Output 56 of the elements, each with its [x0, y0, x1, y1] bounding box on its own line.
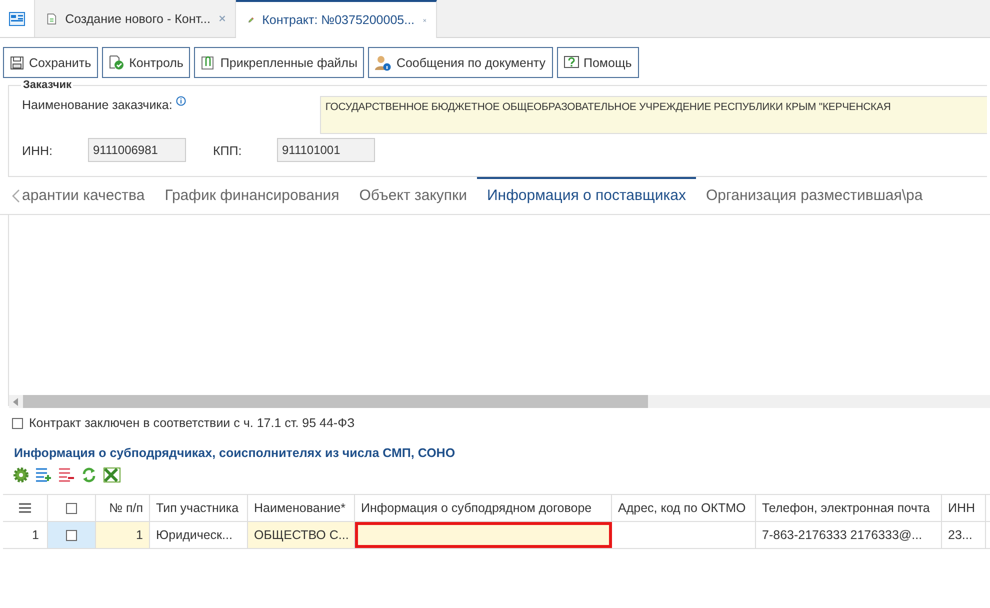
section-tab[interactable]: арантии качества	[22, 177, 155, 214]
toolbar-button[interactable]: Сообщения по документу	[368, 47, 552, 78]
section-tab[interactable]: Объект закупки	[349, 177, 477, 214]
user-info-icon	[375, 54, 392, 70]
floppy-icon	[10, 56, 24, 70]
table-cell: 1	[96, 522, 150, 548]
section-tab[interactable]: Организация разместившая\ра	[696, 177, 933, 214]
column-header[interactable]: Информация о субподрядном договоре	[355, 495, 612, 521]
home-tab[interactable]	[0, 0, 35, 37]
column-header[interactable]: Тип участника	[150, 495, 248, 521]
row-checkbox[interactable]	[66, 530, 77, 540]
info-icon	[176, 96, 186, 106]
settings-icon[interactable]	[13, 467, 29, 483]
refresh-icon[interactable]	[81, 467, 97, 483]
section-tab[interactable]: График финансирования	[154, 177, 350, 214]
field-label: ИНН:	[22, 144, 54, 158]
check-document-icon	[109, 55, 124, 70]
table-cell: 23...	[942, 522, 986, 548]
toolbar-button[interactable]: Помощь	[556, 47, 639, 78]
table-cell[interactable]	[355, 522, 612, 548]
column-header[interactable]: Наименование*	[248, 495, 355, 521]
kpp-field[interactable]: 911101001	[277, 138, 375, 162]
menu-icon[interactable]	[19, 503, 31, 513]
section-tab[interactable]: Информация о поставщиках	[477, 177, 696, 214]
checkbox[interactable]	[12, 418, 23, 428]
table-cell: 7-863-2176333 2176333@...	[756, 522, 942, 548]
help-icon	[564, 56, 578, 70]
remove-row-icon[interactable]	[58, 467, 75, 483]
document-tab[interactable]: Контракт: №0375200005...	[236, 0, 437, 38]
field-label: Наименование заказчика:	[22, 98, 172, 112]
table-cell: ОБЩЕСТВО С...	[248, 522, 355, 548]
tab-label: Контракт: №0375200005...	[262, 13, 415, 27]
spreadsheet-export-icon[interactable]	[103, 467, 121, 483]
scroll-left-icon[interactable]	[13, 398, 19, 406]
add-row-icon[interactable]	[35, 467, 52, 483]
horizontal-scrollbar[interactable]	[9, 395, 990, 408]
column-header[interactable]: ИНН	[942, 495, 986, 521]
window-icon	[9, 12, 25, 26]
section-title: Информация о субподрядчиках, соисполнителях из числа СМП, СОНО	[14, 446, 456, 460]
column-header[interactable]: № п/п	[96, 495, 150, 521]
tab-label: Создание нового - Конт...	[65, 12, 210, 26]
customer-name-field[interactable]: ГОСУДАРСТВЕННОЕ БЮДЖЕТНОЕ ОБЩЕОБРАЗОВАТЕЛЬНОЕ УЧРЕЖДЕНИЕ РЕСПУБЛИКИ КРЫМ "КЕРЧЕНСКАЯ	[320, 96, 987, 134]
chevron-left-icon[interactable]	[12, 188, 20, 202]
field-label: КПП:	[213, 144, 243, 158]
checkbox-label: Контракт заключен в соответствии с ч. 17.1 ст. 95 44-ФЗ	[29, 416, 355, 430]
paperclip-icon	[201, 55, 216, 70]
column-header[interactable]: Телефон, электронная почта	[756, 495, 942, 521]
close-icon[interactable]	[218, 14, 225, 23]
document-icon	[47, 10, 58, 26]
toolbar-button[interactable]: Прикрепленные файлы	[194, 47, 364, 78]
toolbar-button[interactable]: Контроль	[102, 47, 190, 78]
column-header[interactable]: Адрес, код по ОКТМО	[612, 495, 756, 521]
toolbar-button[interactable]: Сохранить	[3, 47, 98, 78]
select-all-checkbox[interactable]	[66, 502, 77, 514]
inn-field[interactable]: 9111006981	[88, 138, 186, 162]
section-legend: Заказчик	[21, 79, 74, 91]
